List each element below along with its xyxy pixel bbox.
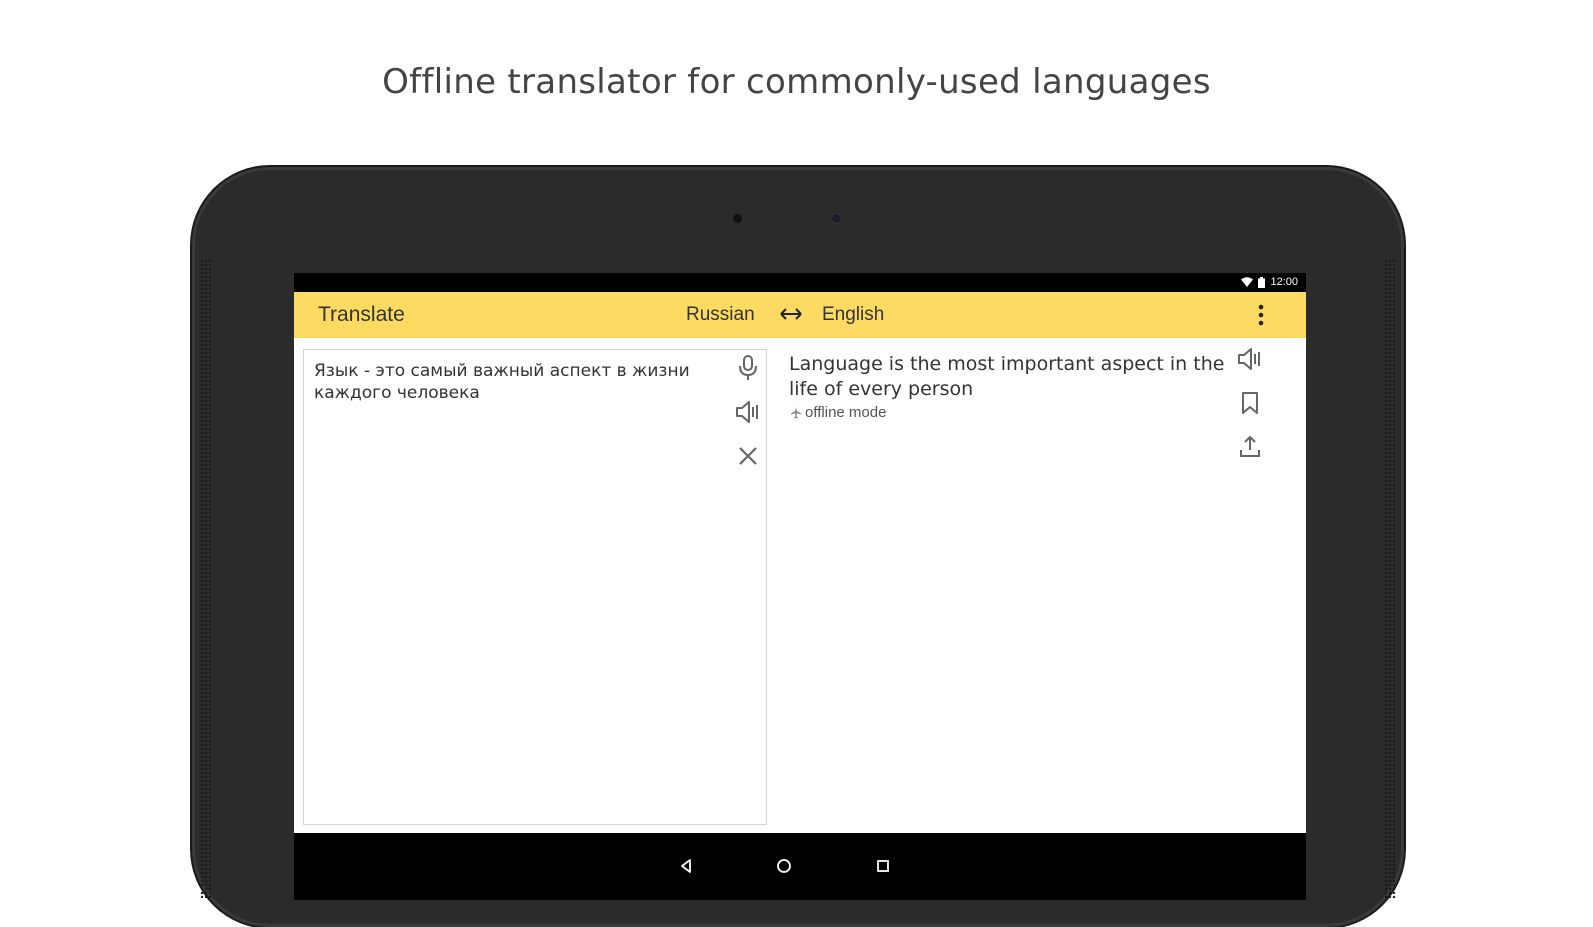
headline: Offline translator for commonly-used lan… — [382, 62, 1211, 102]
swap-arrows-icon[interactable] — [778, 301, 804, 327]
wifi-icon — [1241, 277, 1254, 287]
app-title: Translate — [318, 303, 405, 326]
battery-icon — [1258, 276, 1266, 288]
source-language-selector[interactable]: Russian — [686, 304, 755, 326]
right-speaker-grille — [1384, 259, 1396, 899]
recents-icon[interactable] — [872, 855, 894, 877]
share-icon[interactable] — [1236, 433, 1264, 461]
front-camera — [832, 214, 841, 223]
close-icon[interactable] — [734, 442, 762, 470]
bookmark-icon[interactable] — [1236, 389, 1264, 417]
target-language-selector[interactable]: English — [822, 304, 884, 326]
speaker-icon[interactable] — [734, 398, 762, 426]
overflow-menu-icon[interactable] — [1251, 303, 1271, 327]
airplane-icon — [791, 406, 801, 418]
toolbar: Translate Russian English — [294, 292, 1306, 338]
app-screen: 12:00 Translate Russian English Язык - э… — [294, 273, 1306, 900]
back-icon[interactable] — [675, 855, 697, 877]
source-text-input[interactable]: Язык - это самый важный аспект в жизни к… — [314, 360, 694, 404]
left-speaker-grille — [200, 259, 212, 899]
offline-mode-label: offline mode — [805, 404, 887, 421]
source-text-panel[interactable]: Язык - это самый важный аспект в жизни к… — [303, 349, 767, 825]
microphone-icon[interactable] — [734, 354, 762, 382]
status-bar: 12:00 — [294, 273, 1306, 292]
sensor-dot — [733, 214, 742, 223]
status-time: 12:00 — [1270, 276, 1298, 288]
navigation-bar — [294, 833, 1306, 900]
offline-mode-indicator: offline mode — [790, 404, 886, 421]
translation-text: Language is the most important aspect in… — [789, 353, 1225, 400]
speaker-icon[interactable] — [1236, 345, 1264, 373]
home-icon[interactable] — [773, 855, 795, 877]
